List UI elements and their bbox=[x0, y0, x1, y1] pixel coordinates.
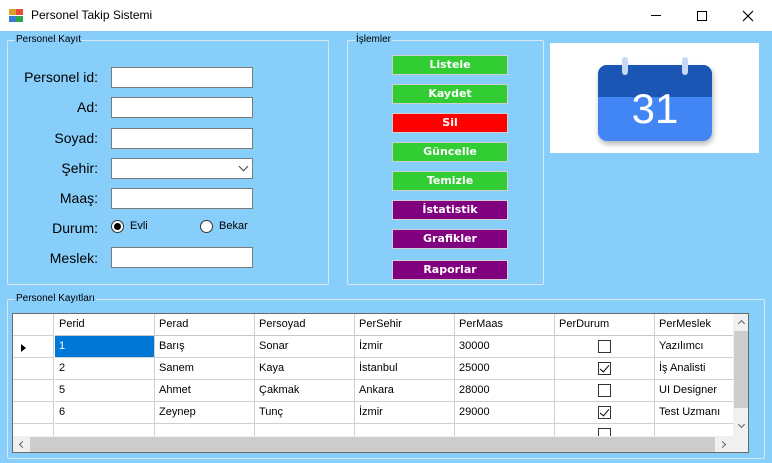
maximize-icon bbox=[697, 10, 707, 21]
form-client-area: Personel Kayıt Personel id: Ad: Soyad: Ş… bbox=[0, 31, 772, 463]
maximize-button[interactable] bbox=[679, 0, 725, 31]
scroll-up-icon[interactable] bbox=[737, 319, 746, 328]
vertical-scroll-thumb[interactable] bbox=[734, 331, 748, 408]
minimize-icon bbox=[651, 15, 661, 16]
close-button[interactable] bbox=[725, 0, 771, 31]
scrollbar-corner bbox=[733, 436, 748, 452]
column-header[interactable]: PerMaas bbox=[455, 314, 555, 336]
horizontal-scrollbar[interactable] bbox=[13, 436, 733, 452]
scroll-right-icon[interactable] bbox=[718, 440, 727, 449]
title-bar: Personel Takip Sistemi bbox=[0, 0, 772, 31]
maas-label: Maaş: bbox=[59, 190, 98, 206]
table-cell[interactable]: Zeynep bbox=[155, 402, 255, 424]
app-icon bbox=[9, 9, 23, 22]
table-cell[interactable]: 1 bbox=[55, 336, 155, 358]
table-cell[interactable] bbox=[555, 402, 655, 424]
calendar-icon: 31 bbox=[598, 57, 712, 141]
vertical-scrollbar[interactable] bbox=[733, 314, 748, 436]
durum-bekar-radio[interactable] bbox=[200, 220, 213, 233]
table-cell[interactable]: Ankara bbox=[355, 380, 455, 402]
column-header[interactable]: Perad bbox=[155, 314, 255, 336]
sehir-combobox[interactable] bbox=[111, 158, 253, 179]
durum-bekar-label[interactable]: Bekar bbox=[219, 220, 248, 232]
table-cell[interactable]: Sanem bbox=[155, 358, 255, 380]
table-cell[interactable]: Sonar bbox=[255, 336, 355, 358]
table-cell[interactable]: Tunç bbox=[255, 402, 355, 424]
meslek-input[interactable] bbox=[111, 247, 253, 268]
temizle-button[interactable]: Temizle bbox=[392, 171, 508, 191]
calendar-day: 31 bbox=[632, 85, 679, 132]
table-cell[interactable]: 25000 bbox=[455, 358, 555, 380]
soyad-label: Soyad: bbox=[54, 130, 98, 146]
column-header[interactable]: Perid bbox=[55, 314, 155, 336]
table-cell[interactable]: İzmir bbox=[355, 402, 455, 424]
table-cell[interactable]: İstanbul bbox=[355, 358, 455, 380]
column-header[interactable]: PerDurum bbox=[555, 314, 655, 336]
meslek-label: Meslek: bbox=[49, 250, 98, 266]
raporlar-button[interactable]: Raporlar bbox=[392, 260, 508, 280]
table-cell[interactable] bbox=[555, 336, 655, 358]
grafikler-button[interactable]: Grafikler bbox=[392, 229, 508, 249]
maas-input[interactable] bbox=[111, 188, 253, 209]
current-row-icon bbox=[21, 344, 26, 352]
calendar-picture: 31 bbox=[550, 43, 759, 153]
ad-input[interactable] bbox=[111, 97, 253, 118]
kaydet-button[interactable]: Kaydet bbox=[392, 84, 508, 104]
minimize-button[interactable] bbox=[633, 0, 679, 31]
table-cell[interactable]: Kaya bbox=[255, 358, 355, 380]
istatistik-button[interactable]: İstatistik bbox=[392, 200, 508, 220]
column-header[interactable]: PerSehir bbox=[355, 314, 455, 336]
durum-checkbox[interactable] bbox=[598, 340, 611, 353]
table-cell[interactable]: İzmir bbox=[355, 336, 455, 358]
personel-id-input[interactable] bbox=[111, 67, 253, 88]
table-cell[interactable]: 5 bbox=[55, 380, 155, 402]
chevron-down-icon[interactable] bbox=[238, 161, 249, 172]
table-cell[interactable]: Barış bbox=[155, 336, 255, 358]
soyad-input[interactable] bbox=[111, 128, 253, 149]
table-cell[interactable]: 2 bbox=[55, 358, 155, 380]
table-cell[interactable]: Çakmak bbox=[255, 380, 355, 402]
window-title: Personel Takip Sistemi bbox=[31, 8, 153, 22]
durum-checkbox[interactable] bbox=[598, 384, 611, 397]
ad-label: Ad: bbox=[76, 99, 98, 115]
column-header[interactable]: Persoyad bbox=[255, 314, 355, 336]
personel-id-label: Personel id: bbox=[24, 69, 98, 85]
table-cell[interactable] bbox=[555, 358, 655, 380]
listele-button[interactable]: Listele bbox=[392, 55, 508, 75]
row-header[interactable] bbox=[13, 402, 54, 424]
durum-label: Durum: bbox=[52, 220, 98, 236]
table-cell[interactable]: 6 bbox=[55, 402, 155, 424]
grid-header-corner bbox=[13, 314, 54, 336]
personel-kayit-legend: Personel Kayıt bbox=[15, 34, 83, 46]
durum-evli-radio[interactable] bbox=[111, 220, 124, 233]
table-cell[interactable] bbox=[555, 380, 655, 402]
table-cell[interactable]: Ahmet bbox=[155, 380, 255, 402]
table-cell[interactable]: 30000 bbox=[455, 336, 555, 358]
table-cell[interactable]: 29000 bbox=[455, 402, 555, 424]
row-header[interactable] bbox=[13, 336, 54, 358]
sil-button[interactable]: Sil bbox=[392, 113, 508, 133]
durum-checkbox[interactable] bbox=[598, 362, 611, 375]
personel-data-grid[interactable]: Perid Perad Persoyad PerSehir PerMaas PerDuru… bbox=[12, 313, 749, 453]
close-icon bbox=[742, 10, 754, 21]
sehir-label: Şehir: bbox=[61, 160, 98, 176]
islemler-legend: İşlemler bbox=[355, 34, 393, 46]
table-cell[interactable]: 28000 bbox=[455, 380, 555, 402]
horizontal-scroll-thumb[interactable] bbox=[30, 437, 715, 452]
durum-checkbox[interactable] bbox=[598, 406, 611, 419]
durum-evli-label[interactable]: Evli bbox=[130, 220, 148, 232]
data-grid-body: Perid Perad Persoyad PerSehir PerMaas PerDuru… bbox=[13, 314, 748, 446]
row-header[interactable] bbox=[13, 358, 54, 380]
row-header[interactable] bbox=[13, 380, 54, 402]
scroll-left-icon[interactable] bbox=[18, 440, 27, 449]
guncelle-button[interactable]: Güncelle bbox=[392, 142, 508, 162]
scroll-down-icon[interactable] bbox=[737, 420, 746, 429]
personel-kayitlari-legend: Personel Kayıtları bbox=[15, 293, 96, 305]
